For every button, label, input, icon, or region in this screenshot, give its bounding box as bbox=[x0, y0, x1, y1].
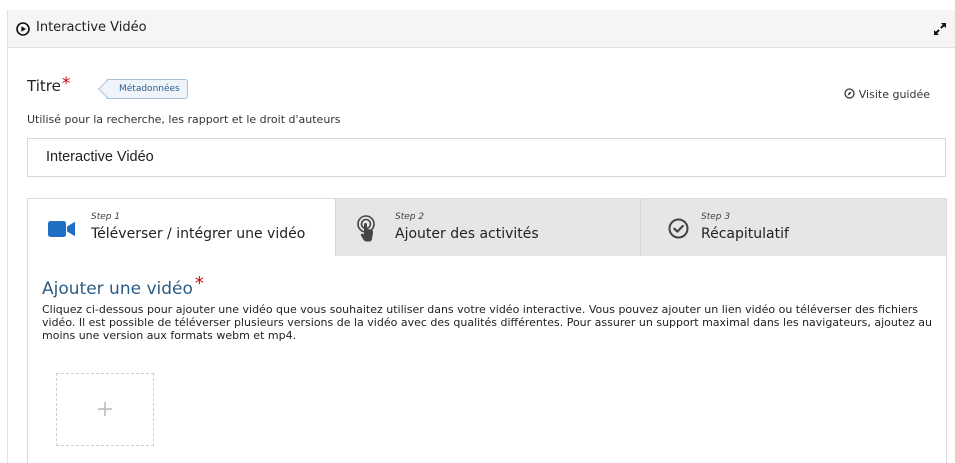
tab-label: Ajouter des activités bbox=[395, 226, 539, 242]
plus-icon: + bbox=[95, 397, 115, 422]
compass-icon bbox=[844, 88, 855, 99]
touch-pointer-icon bbox=[357, 215, 375, 242]
metadata-button[interactable]: Métadonnées bbox=[106, 79, 188, 99]
circle-play-icon bbox=[16, 22, 30, 36]
tab-step-3[interactable]: Step 3 Récapitulatif bbox=[640, 199, 946, 256]
title-field-label: Titre* bbox=[27, 74, 71, 96]
tab-step-number: Step 1 bbox=[91, 212, 121, 222]
wizard-panel: Step 1 Téléverser / intégrer une vidéo S… bbox=[27, 198, 947, 463]
editor-header: Interactive Vidéo bbox=[8, 10, 955, 48]
add-video-heading-text: Ajouter une vidéo bbox=[42, 279, 193, 299]
wizard-tabs: Step 1 Téléverser / intégrer une vidéo S… bbox=[28, 199, 946, 256]
editor-title: Interactive Vidéo bbox=[36, 20, 147, 35]
tab-label: Téléverser / intégrer une vidéo bbox=[91, 226, 306, 242]
title-input[interactable]: Interactive Vidéo bbox=[27, 138, 946, 177]
tab-step-1[interactable]: Step 1 Téléverser / intégrer une vidéo bbox=[28, 199, 335, 256]
title-label-text: Titre bbox=[27, 77, 61, 95]
add-video-button[interactable]: + bbox=[56, 373, 154, 446]
guided-tour-link[interactable]: Visite guidée bbox=[844, 88, 930, 101]
fullscreen-expand-icon[interactable] bbox=[932, 21, 948, 37]
add-video-heading: Ajouter une vidéo * bbox=[42, 273, 204, 299]
tab-step-number: Step 3 bbox=[701, 212, 731, 222]
interactive-video-editor: Interactive Vidéo Titre* Métadonnées Vis… bbox=[7, 10, 955, 463]
title-field-description: Utilisé pour la recherche, les rapport e… bbox=[27, 113, 341, 126]
check-circle-icon bbox=[668, 218, 689, 239]
tab-label: Récapitulatif bbox=[701, 226, 789, 242]
add-video-description: Cliquez ci-dessous pour ajouter une vidé… bbox=[42, 303, 932, 342]
tab-step-number: Step 2 bbox=[395, 212, 425, 222]
metadata-button-label: Métadonnées bbox=[119, 84, 180, 94]
video-camera-icon bbox=[48, 221, 75, 237]
tab-step-2[interactable]: Step 2 Ajouter des activités bbox=[335, 199, 640, 256]
required-marker: * bbox=[194, 273, 204, 294]
required-marker: * bbox=[61, 74, 71, 94]
guided-tour-label: Visite guidée bbox=[858, 88, 930, 101]
